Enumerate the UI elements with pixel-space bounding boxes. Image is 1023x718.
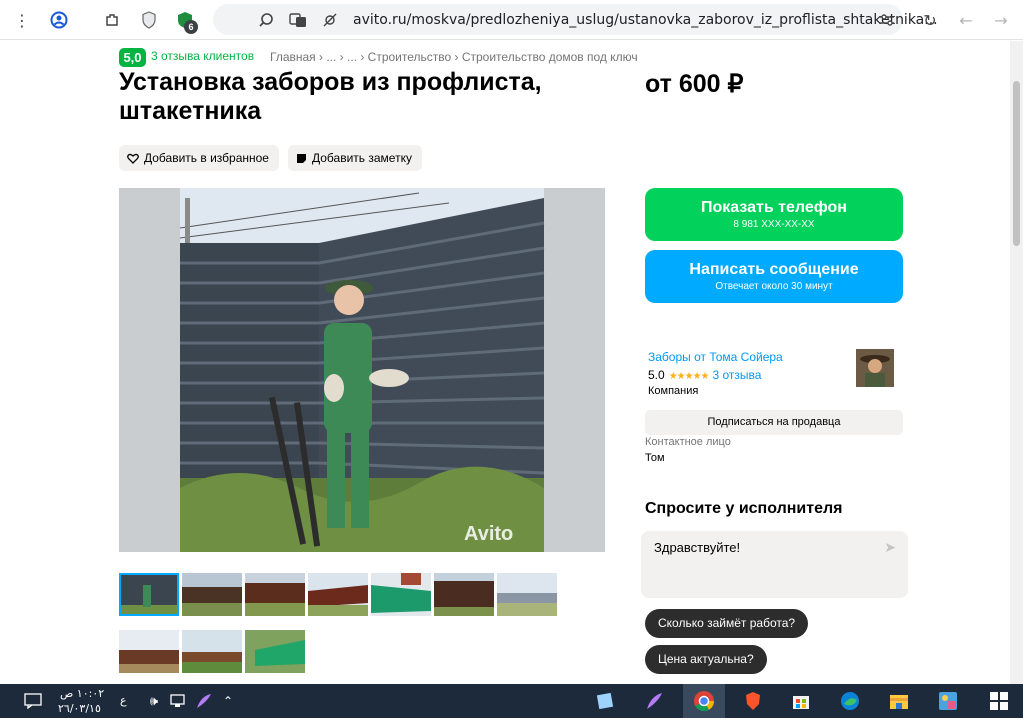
chat-icon[interactable] bbox=[22, 690, 44, 712]
menu-dots-icon[interactable]: ⋮ bbox=[10, 8, 34, 32]
chrome-icon[interactable] bbox=[683, 684, 725, 718]
reviews-link[interactable]: 3 отзыва клиентов bbox=[151, 49, 254, 63]
clock-date[interactable]: ٢٦/٠٣/١٥ bbox=[58, 702, 101, 715]
shield-icon[interactable] bbox=[137, 8, 161, 32]
volume-icon[interactable]: 🕪 bbox=[143, 690, 165, 712]
forward-arrow-icon[interactable]: → bbox=[989, 8, 1013, 32]
add-favorite-button[interactable]: Добавить в избранное bbox=[119, 145, 279, 171]
message-input[interactable]: Здравствуйте! ➤ bbox=[641, 531, 908, 598]
edge-icon[interactable] bbox=[839, 690, 861, 712]
taskbar: ١٠:٠٢ ص ٢٦/٠٣/١٥ ع 🕪 ⌃ bbox=[0, 684, 1023, 718]
language-indicator[interactable]: ع bbox=[120, 694, 127, 707]
phone-number: 8 981 XXX-XX-XX bbox=[733, 219, 815, 230]
add-note-button[interactable]: Добавить заметку bbox=[288, 145, 422, 171]
show-phone-label: Показать телефон bbox=[701, 199, 847, 216]
thumbnail[interactable] bbox=[245, 573, 305, 616]
write-message-button[interactable]: Написать сообщение Отвечает около 30 мин… bbox=[645, 250, 903, 303]
seller-reviews-link[interactable]: 3 отзыва bbox=[713, 368, 762, 382]
url-text: avito.ru/moskva/predlozheniya_uslug/usta… bbox=[353, 12, 938, 28]
star-icons: ★★★★★ bbox=[668, 371, 710, 382]
scrollbar-thumb[interactable] bbox=[1013, 81, 1020, 246]
quick-question-chip[interactable]: Цена актуальна? bbox=[645, 645, 767, 674]
quick-question-chip[interactable]: Сколько займёт работа? bbox=[645, 609, 809, 638]
extensions-icon[interactable] bbox=[100, 8, 124, 32]
no-tracking-icon[interactable] bbox=[318, 8, 342, 32]
site-settings-icon[interactable] bbox=[875, 8, 899, 32]
chevron-up-icon[interactable]: ⌃ bbox=[217, 690, 239, 712]
pen-icon[interactable] bbox=[193, 690, 215, 712]
note-icon bbox=[297, 153, 306, 163]
avatar[interactable] bbox=[856, 349, 894, 387]
send-icon[interactable]: ➤ bbox=[884, 540, 896, 556]
profile-icon[interactable] bbox=[47, 8, 71, 32]
seller-type: Компания bbox=[648, 385, 699, 397]
address-bar[interactable]: avito.ru/moskva/predlozheniya_uslug/usta… bbox=[213, 4, 938, 35]
heart-icon bbox=[127, 153, 139, 164]
thumbnail[interactable] bbox=[119, 573, 179, 616]
price: от 600 ₽ bbox=[645, 70, 744, 98]
extension-badge: 6 bbox=[184, 20, 198, 34]
photos-app-icon[interactable] bbox=[937, 690, 959, 712]
scrollbar[interactable] bbox=[1010, 41, 1023, 684]
brave-icon[interactable] bbox=[742, 690, 764, 712]
thumbnail[interactable] bbox=[497, 573, 557, 616]
show-phone-button[interactable]: Показать телефон 8 981 XXX-XX-XX bbox=[645, 188, 903, 241]
thumbnail[interactable] bbox=[371, 573, 431, 616]
thumbnail[interactable] bbox=[308, 573, 368, 616]
ask-section-title: Спросите у исполнителя bbox=[645, 500, 843, 517]
store-icon[interactable] bbox=[790, 690, 812, 712]
page-title: Установка заборов из профлиста, штакетни… bbox=[119, 68, 542, 125]
back-arrow-icon[interactable]: ← bbox=[954, 8, 978, 32]
windows-start-icon[interactable] bbox=[988, 690, 1010, 712]
translate-icon[interactable] bbox=[286, 8, 310, 32]
thumbnail[interactable] bbox=[182, 573, 242, 616]
avito-watermark: Avito bbox=[464, 523, 513, 545]
message-text: Здравствуйте! bbox=[654, 540, 741, 555]
thumbnail[interactable] bbox=[119, 630, 179, 673]
feather-app-icon[interactable] bbox=[643, 690, 665, 712]
contact-person-name: Том bbox=[645, 452, 665, 464]
thumbnail[interactable] bbox=[245, 630, 305, 673]
response-time: Отвечает около 30 минут bbox=[715, 281, 833, 292]
thumbnail[interactable] bbox=[434, 573, 494, 616]
rating-badge: 5,0 bbox=[119, 48, 146, 67]
network-icon[interactable] bbox=[168, 690, 190, 712]
browser-toolbar: ⋮ 6 ☆ avito.ru/moskva/predlozheniya_uslu… bbox=[0, 0, 1023, 40]
seller-rating: 5.0 ★★★★★ 3 отзыва bbox=[648, 368, 761, 382]
file-explorer-icon[interactable] bbox=[888, 690, 910, 712]
add-favorite-label: Добавить в избранное bbox=[144, 151, 269, 165]
reload-icon[interactable]: ↻ bbox=[918, 8, 942, 32]
page-content: 5,0 3 отзыва клиентов Главная › ... › ..… bbox=[0, 41, 1010, 684]
subscribe-button[interactable]: Подписаться на продавца bbox=[645, 410, 903, 435]
main-photo[interactable]: Avito bbox=[119, 188, 605, 552]
add-note-label: Добавить заметку bbox=[312, 151, 412, 165]
breadcrumb[interactable]: Главная › ... › ... › Строительство › Ст… bbox=[270, 50, 638, 64]
write-message-label: Написать сообщение bbox=[689, 261, 859, 278]
clock-time[interactable]: ١٠:٠٢ ص bbox=[60, 687, 104, 700]
zoom-icon[interactable] bbox=[254, 8, 278, 32]
notes-app-icon[interactable] bbox=[594, 690, 616, 712]
contact-person-label: Контактное лицо bbox=[645, 436, 731, 448]
thumbnail[interactable] bbox=[182, 630, 242, 673]
seller-rating-value: 5.0 bbox=[648, 368, 665, 382]
seller-name-link[interactable]: Заборы от Тома Сойера bbox=[648, 350, 783, 364]
